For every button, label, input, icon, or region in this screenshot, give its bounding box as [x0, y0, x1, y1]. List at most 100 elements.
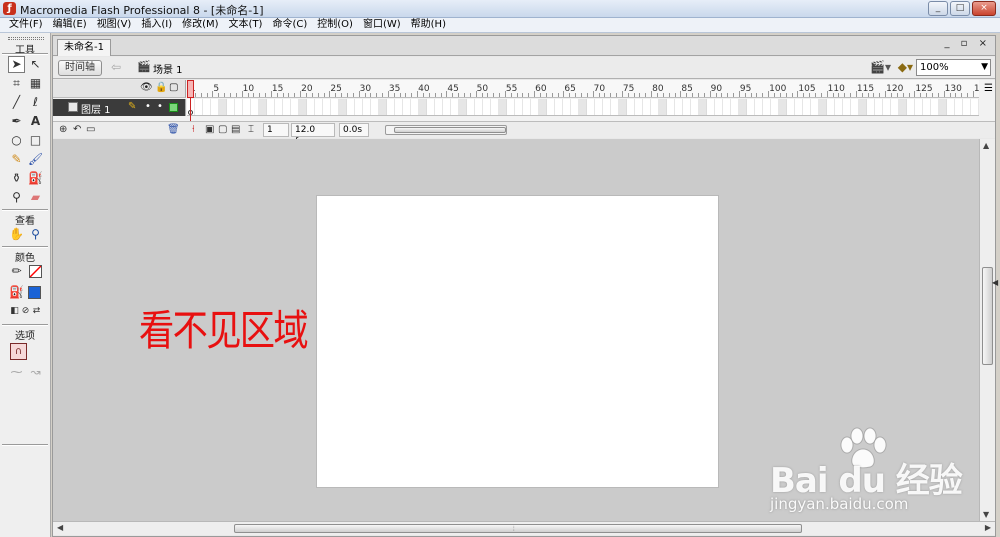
minimize-button[interactable]: _ — [928, 1, 948, 16]
frame-rate-field[interactable]: 12.0 fps — [291, 123, 335, 147]
add-folder-icon[interactable]: ▭ — [86, 124, 95, 135]
brush-icon[interactable]: 🖌 — [27, 151, 44, 168]
ruler-tick — [212, 91, 214, 97]
ruler-tick — [346, 93, 348, 97]
fill-color-swatch[interactable] — [28, 286, 41, 299]
layer-icon — [68, 102, 78, 112]
menu-view[interactable]: 视图(V) — [92, 18, 137, 32]
menu-control[interactable]: 控制(O) — [312, 18, 358, 32]
line-icon[interactable]: ╱ — [8, 94, 25, 111]
ruler-tick — [832, 93, 834, 97]
horizontal-scrollbar[interactable]: ◀ ⦙ ▶ — [53, 521, 995, 535]
ruler-tick — [908, 93, 910, 97]
arrow-icon[interactable]: ➤ — [8, 56, 25, 73]
free-transform-icon[interactable]: ⌗ — [8, 75, 25, 92]
title-bar: ƒ Macromedia Flash Professional 8 - [未命名… — [0, 0, 1000, 18]
menu-edit[interactable]: 编辑(E) — [48, 18, 92, 32]
menu-text[interactable]: 文本(T) — [224, 18, 268, 32]
menu-window[interactable]: 窗口(W) — [358, 18, 406, 32]
eyedropper-icon[interactable]: ⚲ — [8, 189, 25, 206]
ruler-tick — [645, 93, 647, 97]
pencil-icon[interactable]: ✎ — [8, 151, 25, 168]
smooth-icon[interactable]: ⁓ — [8, 364, 25, 381]
ruler-tick — [434, 93, 436, 97]
maximize-button[interactable]: □ — [950, 1, 970, 16]
zoom-icon[interactable]: ⚲ — [27, 226, 44, 243]
timeline-scrollbar[interactable] — [385, 125, 507, 135]
visibility-dot[interactable]: • — [145, 101, 151, 112]
horizontal-scroll-thumb[interactable]: ⦙ — [234, 524, 802, 533]
ruler-tick — [972, 91, 974, 97]
scroll-left-icon[interactable]: ◀ — [57, 523, 63, 532]
layer-row[interactable]: 图层 1 ✎ • • — [53, 99, 186, 116]
edit-symbol-icon[interactable]: ◆▾ — [898, 60, 913, 74]
close-button[interactable]: × — [972, 1, 996, 16]
oval-icon[interactable]: ○ — [8, 132, 25, 149]
ink-bottle-icon[interactable]: ⚱ — [8, 170, 25, 187]
back-arrow-icon[interactable]: ⇦ — [111, 60, 125, 74]
ruler-tick — [949, 93, 951, 97]
ruler-tick — [534, 91, 536, 97]
eye-icon[interactable]: 👁 — [140, 82, 153, 93]
menu-help[interactable]: 帮助(H) — [406, 18, 451, 32]
zoom-select[interactable]: 100% ▼ — [916, 59, 991, 76]
edit-scene-icon[interactable]: 🎬▾ — [870, 60, 891, 74]
hand-icon[interactable]: ✋ — [8, 226, 25, 243]
timeline-menu-icon[interactable]: ☰ — [984, 83, 993, 94]
rectangle-icon[interactable]: □ — [27, 132, 44, 149]
snap-magnet-icon[interactable]: ∩ — [10, 343, 27, 360]
modify-markers-icon[interactable]: ⌶ — [248, 124, 254, 135]
scroll-right-icon[interactable]: ▶ — [985, 523, 991, 532]
document-window-controls[interactable]: _ ▫ × — [944, 38, 991, 49]
menu-insert[interactable]: 插入(I) — [136, 18, 177, 32]
ruler-tick — [463, 93, 465, 97]
lasso-icon[interactable]: ℓ — [27, 94, 44, 111]
frame-ruler[interactable]: 1510152025303540455055606570758085909510… — [187, 80, 979, 98]
menu-modify[interactable]: 修改(M) — [177, 18, 223, 32]
straighten-icon[interactable]: ↝ — [27, 364, 44, 381]
outline-color-box[interactable] — [169, 103, 178, 112]
document-tab[interactable]: 未命名-1 — [57, 39, 111, 56]
eraser-icon[interactable]: ▰ — [27, 189, 44, 206]
scroll-up-icon[interactable]: ▲ — [983, 141, 989, 150]
delete-layer-icon[interactable]: 🗑 — [167, 124, 180, 135]
ruler-tick — [329, 91, 331, 97]
swap-colors-icon[interactable]: ⇄ — [28, 303, 45, 320]
scene-icon: 🎬 — [137, 60, 151, 73]
ruler-tick — [633, 93, 635, 97]
menu-commands[interactable]: 命令(C) — [267, 18, 312, 32]
ruler-tick — [335, 93, 337, 97]
pen-icon[interactable]: ✒ — [8, 113, 25, 130]
stroke-color-swatch[interactable] — [29, 265, 42, 278]
center-frame-icon[interactable]: ⍿ — [192, 124, 195, 135]
subselect-icon[interactable]: ↖ — [27, 56, 44, 73]
panel-collapse-icon[interactable]: ◀ — [992, 278, 998, 287]
onion-outline-icon[interactable]: ▢ — [218, 124, 227, 135]
ruler-tick — [826, 91, 828, 97]
scene-label[interactable]: 场景 1 — [153, 61, 183, 76]
menu-file[interactable]: 文件(F) — [4, 18, 48, 32]
ruler-tick — [200, 93, 202, 97]
panel-grip[interactable] — [8, 37, 44, 40]
paint-bucket-icon[interactable]: ⛽ — [27, 170, 44, 187]
ruler-tick — [803, 93, 805, 97]
fill-transform-icon[interactable]: ▦ — [27, 75, 44, 92]
ruler-tick — [358, 91, 360, 97]
lock-icon[interactable]: 🔒 — [155, 82, 167, 93]
lock-dot[interactable]: • — [157, 101, 163, 112]
edit-multiple-icon[interactable]: ▤ — [231, 124, 240, 135]
document-tab-bar: 未命名-1 _ ▫ × — [53, 36, 995, 56]
ruler-tick — [627, 93, 629, 97]
timeline-toggle-button[interactable]: 时间轴 — [58, 60, 102, 76]
layer-name[interactable]: 图层 1 — [81, 101, 111, 116]
add-guide-layer-icon[interactable]: ↶ — [73, 124, 81, 135]
stage[interactable] — [316, 195, 719, 488]
ruler-tick — [879, 93, 881, 97]
text-icon[interactable]: A — [27, 113, 44, 130]
onion-skin-icon[interactable]: ▣ — [205, 124, 214, 135]
frames-row[interactable] — [187, 99, 979, 116]
outline-icon[interactable]: ▢ — [169, 82, 178, 93]
add-layer-icon[interactable]: ⊕ — [59, 124, 67, 135]
ruler-tick — [838, 93, 840, 97]
timeline-scroll-thumb[interactable] — [394, 127, 506, 133]
